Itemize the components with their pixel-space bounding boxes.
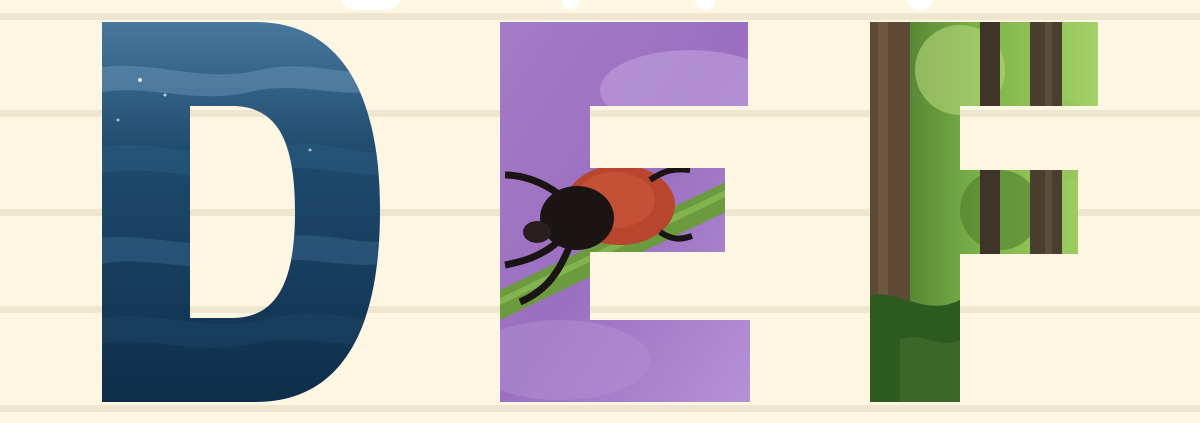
letter-f-forest — [870, 22, 1098, 402]
letter-d-ocean — [102, 22, 380, 402]
letter-e-tick — [500, 22, 750, 402]
letter-artwork — [102, 22, 1098, 402]
alphabet-poster — [0, 0, 1200, 423]
